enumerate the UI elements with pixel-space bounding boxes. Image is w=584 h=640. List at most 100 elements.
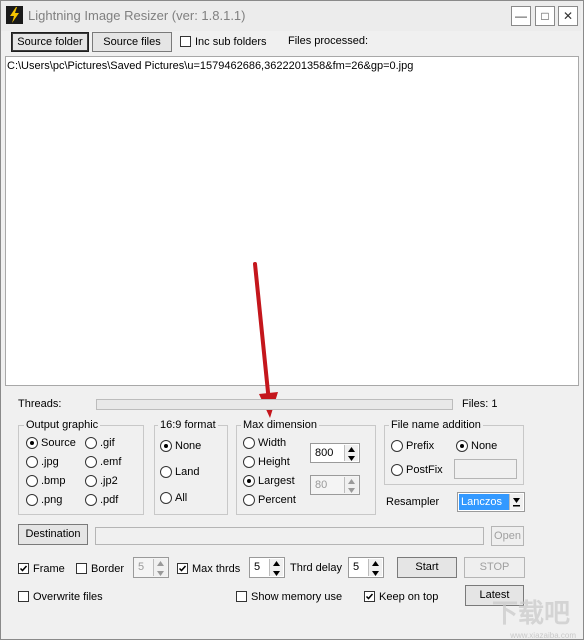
files-count-label: Files: 1 — [462, 398, 498, 410]
threads-progress-bar — [96, 399, 453, 410]
lightning-icon — [6, 6, 23, 24]
thrd-delay-spinner[interactable]: 5 — [348, 557, 384, 578]
radio-emf-label: .emf — [100, 456, 122, 468]
source-files-button[interactable]: Source files — [92, 32, 172, 52]
border-checkbox[interactable] — [76, 563, 87, 574]
output-graphic-title: Output graphic — [24, 419, 101, 431]
keep-on-top-checkbox[interactable] — [364, 591, 375, 602]
max-dimension-title: Max dimension — [241, 419, 319, 431]
annotation-arrow — [253, 262, 278, 418]
radio-gif[interactable] — [85, 437, 97, 449]
radio-bmp[interactable] — [26, 475, 38, 487]
radio-emf[interactable] — [85, 456, 97, 468]
spinner-arrows-icon[interactable] — [153, 559, 167, 576]
spinner-arrows-icon[interactable] — [269, 559, 283, 576]
close-button[interactable]: ✕ — [558, 6, 578, 26]
overwrite-files-checkbox[interactable] — [18, 591, 29, 602]
files-processed-label: Files processed: — [288, 35, 369, 47]
window-title: Lightning Image Resizer (ver: 1.8.1.1) — [28, 8, 246, 23]
resampler-label: Resampler — [386, 496, 440, 508]
open-button[interactable]: Open — [491, 526, 524, 546]
max-dimension-group — [236, 425, 376, 515]
checkmark-icon — [178, 565, 187, 572]
spinner-arrows-icon[interactable] — [344, 445, 358, 461]
threads-label: Threads: — [18, 398, 62, 410]
file-name-addition-title: File name addition — [389, 419, 483, 431]
percent-value: 80 — [315, 479, 328, 491]
resampler-value: Lanczos — [459, 494, 509, 510]
radio-height-label: Height — [258, 456, 290, 468]
minimize-button[interactable]: — — [511, 6, 531, 26]
resampler-select[interactable]: Lanczos — [457, 492, 525, 512]
radio-pdf[interactable] — [85, 494, 97, 506]
format-169-title: 16:9 format — [158, 419, 218, 431]
radio-source[interactable] — [26, 437, 38, 449]
dimension-value: 800 — [315, 447, 334, 459]
radio-percent-label: Percent — [258, 494, 296, 506]
radio-height[interactable] — [243, 456, 255, 468]
radio-pdf-label: .pdf — [100, 494, 119, 506]
radio-jp2[interactable] — [85, 475, 97, 487]
checkmark-icon — [365, 593, 374, 600]
list-item[interactable]: C:\Users\pc\Pictures\Saved Pictures\u=15… — [7, 60, 413, 72]
dimension-spinner[interactable]: 800 — [310, 443, 360, 463]
radio-width[interactable] — [243, 437, 255, 449]
dropdown-arrow-icon[interactable] — [509, 494, 523, 510]
thrd-delay-value: 5 — [353, 561, 360, 573]
radio-source-label: Source — [41, 437, 76, 449]
show-memory-checkbox[interactable] — [236, 591, 247, 602]
radio-169-none-label: None — [175, 440, 202, 452]
radio-gif-label: .gif — [100, 437, 115, 449]
destination-path-field[interactable] — [95, 527, 484, 545]
radio-name-none[interactable] — [456, 440, 468, 452]
spinner-arrows-icon[interactable] — [344, 477, 358, 493]
border-label: Border — [91, 563, 125, 575]
radio-bmp-label: .bmp — [41, 475, 66, 487]
maximize-button[interactable]: □ — [535, 6, 555, 26]
radio-width-label: Width — [258, 437, 287, 449]
inc-sub-folders-checkbox[interactable] — [180, 36, 191, 47]
border-spinner[interactable]: 5 — [133, 557, 169, 578]
radio-png-label: .png — [41, 494, 63, 506]
checkmark-icon — [19, 565, 28, 572]
watermark-url: www.xiazaiba.com — [510, 631, 576, 640]
max-thrds-label: Max thrds — [192, 563, 241, 575]
border-value: 5 — [138, 561, 145, 573]
thrd-delay-label: Thrd delay — [290, 562, 342, 574]
radio-169-none[interactable] — [160, 440, 172, 452]
radio-largest-label: Largest — [258, 475, 295, 487]
radio-name-none-label: None — [471, 440, 498, 452]
radio-postfix[interactable] — [391, 464, 403, 476]
destination-button[interactable]: Destination — [18, 524, 88, 545]
radio-jpg-label: .jpg — [41, 456, 59, 468]
max-thrds-spinner[interactable]: 5 — [249, 557, 285, 578]
frame-checkbox[interactable] — [18, 563, 29, 574]
radio-169-land-label: Land — [175, 466, 200, 478]
watermark-logo: 下载吧 — [491, 598, 570, 628]
radio-prefix-label: Prefix — [406, 440, 435, 452]
radio-169-land[interactable] — [160, 466, 172, 478]
radio-jpg[interactable] — [26, 456, 38, 468]
keep-on-top-label: Keep on top — [379, 591, 439, 603]
radio-percent[interactable] — [243, 494, 255, 506]
radio-169-all-label: All — [175, 492, 188, 504]
max-thrds-checkbox[interactable] — [177, 563, 188, 574]
postfix-input[interactable] — [454, 459, 517, 479]
radio-largest[interactable] — [243, 475, 255, 487]
spinner-arrows-icon[interactable] — [368, 559, 382, 576]
start-button[interactable]: Start — [397, 557, 457, 578]
radio-prefix[interactable] — [391, 440, 403, 452]
stop-button[interactable]: STOP — [464, 557, 525, 578]
radio-jp2-label: .jp2 — [100, 475, 118, 487]
source-folder-button[interactable]: Source folder — [11, 32, 89, 52]
radio-postfix-label: PostFix — [406, 464, 443, 476]
frame-label: Frame — [33, 563, 65, 575]
show-memory-label: Show memory use — [251, 591, 343, 603]
overwrite-files-label: Overwrite files — [33, 591, 103, 603]
file-list[interactable] — [5, 56, 579, 386]
max-thrds-value: 5 — [254, 561, 261, 573]
inc-sub-folders-label: Inc sub folders — [195, 36, 267, 48]
radio-png[interactable] — [26, 494, 38, 506]
radio-169-all[interactable] — [160, 492, 172, 504]
percent-spinner[interactable]: 80 — [310, 475, 360, 495]
